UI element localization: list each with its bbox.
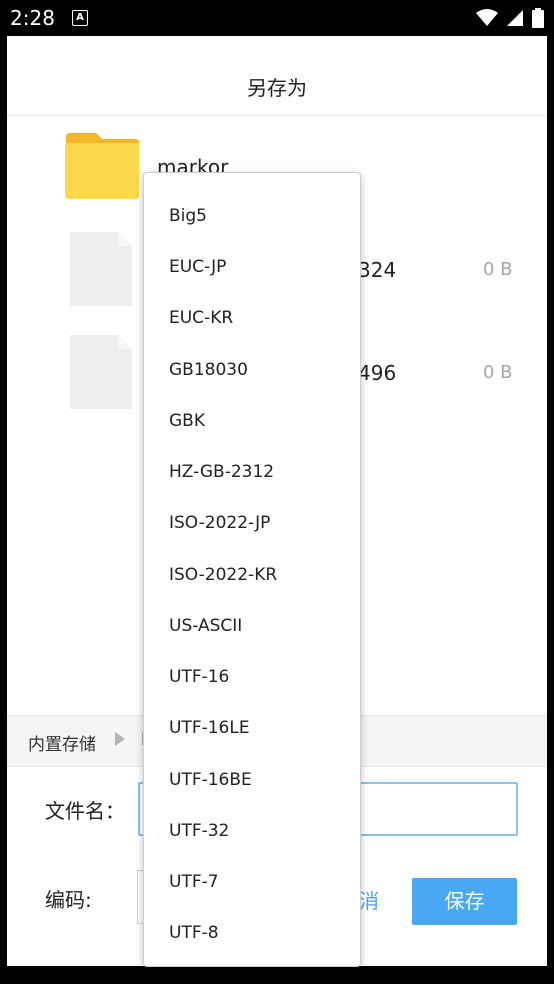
encoding-option-iso-2022-jp[interactable]: ISO-2022-JP (144, 496, 360, 547)
divider (7, 115, 547, 116)
option-label: Big5 (169, 206, 207, 226)
option-label: GBK (169, 411, 205, 431)
dialog-title: 另存为 (247, 76, 307, 100)
encoding-option-gbk[interactable]: GBK (144, 394, 360, 445)
save-button[interactable]: 保存 (412, 878, 517, 925)
option-label: UTF-16 (169, 667, 230, 687)
option-label: EUC-KR (169, 308, 234, 328)
file-icon (70, 335, 132, 409)
filename-label: 文件名： (45, 799, 125, 823)
file-size: 0 B (483, 362, 513, 383)
option-label: UTF-7 (169, 872, 219, 892)
status-icons (476, 8, 544, 28)
status-time: 2:28 (10, 6, 55, 30)
notification-a-icon: A (72, 10, 88, 26)
signal-icon (507, 10, 523, 26)
option-label: GB18030 (169, 360, 248, 380)
option-label: US-ASCII (169, 616, 243, 636)
encoding-option-utf-8[interactable]: UTF-8 (144, 906, 360, 957)
encoding-option-utf-7[interactable]: UTF-7 (144, 855, 360, 906)
file-icon (70, 232, 132, 306)
encoding-label: 编码: (45, 888, 92, 912)
option-label: UTF-32 (169, 821, 230, 841)
breadcrumb-item-internal-storage[interactable]: 内置存储 (28, 730, 96, 755)
status-bar: 2:28 A (0, 0, 554, 36)
encoding-option-utf-32[interactable]: UTF-32 (144, 804, 360, 855)
option-label: UTF-8 (169, 923, 219, 943)
folder-icon (65, 133, 139, 199)
option-label: EUC-JP (169, 257, 227, 277)
option-label: HZ-GB-2312 (169, 462, 275, 482)
encoding-option-iso-2022-kr[interactable]: ISO-2022-KR (144, 548, 360, 599)
option-label: ISO-2022-JP (169, 513, 271, 533)
wifi-icon (476, 9, 498, 26)
option-label: UTF-16BE (169, 770, 252, 790)
encoding-option-euc-jp[interactable]: EUC-JP (144, 240, 360, 291)
encoding-option-utf-16le[interactable]: UTF-16LE (144, 701, 360, 752)
encoding-option-utf-16be[interactable]: UTF-16BE (144, 753, 360, 804)
encoding-option-utf-16[interactable]: UTF-16 (144, 650, 360, 701)
encoding-option-gb18030[interactable]: GB18030 (144, 343, 360, 394)
file-size: 0 B (483, 259, 513, 280)
encoding-option-big5[interactable]: Big5 (144, 189, 360, 240)
encoding-option-us-ascii[interactable]: US-ASCII (144, 599, 360, 650)
encoding-option-euc-kr[interactable]: EUC-KR (144, 291, 360, 342)
encoding-dropdown: Big5 EUC-JP EUC-KR GB18030 GBK HZ-GB-231… (143, 172, 361, 967)
file-name: 324 (358, 258, 397, 282)
option-label: UTF-16LE (169, 718, 250, 738)
file-name: 496 (358, 361, 397, 385)
encoding-option-hz-gb-2312[interactable]: HZ-GB-2312 (144, 445, 360, 496)
chevron-right-icon (115, 732, 125, 746)
option-label: ISO-2022-KR (169, 565, 278, 585)
battery-icon (532, 8, 544, 28)
